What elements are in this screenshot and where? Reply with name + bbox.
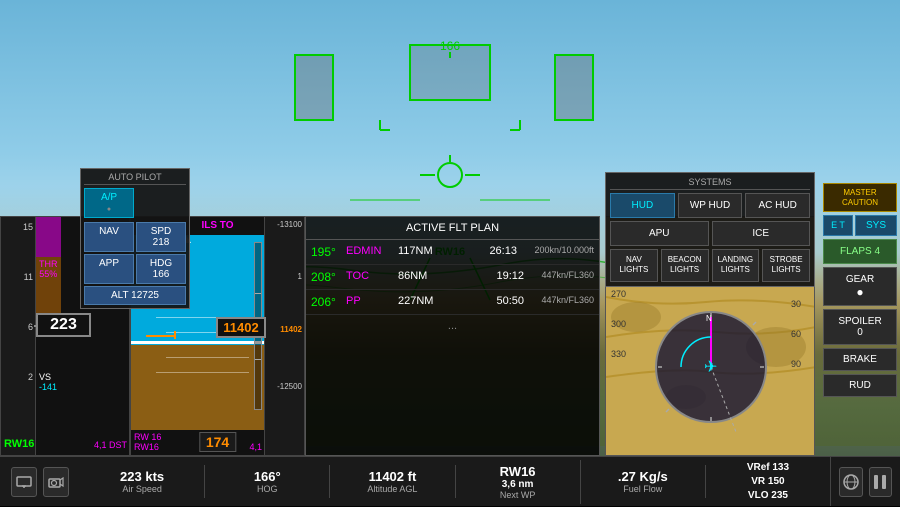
gear-button[interactable]: GEAR● xyxy=(823,267,897,306)
master-caution-button[interactable]: MASTERCAUTION xyxy=(823,183,897,212)
flight-plan-panel: ACTIVE FLT PLAN 195° EDMIN 117NM 26:13 2… xyxy=(305,216,600,456)
altitude-stat: 11402 ft Altitude AGL xyxy=(330,465,455,498)
flt-plan-row-1: 195° EDMIN 117NM 26:13 200kn/10.000ft xyxy=(306,240,599,265)
speed-scale: 15 11 6 2 xyxy=(1,217,36,455)
autopilot-panel: AUTO PILOT A/P● NAV SPD218 APP HDG166 AL… xyxy=(80,168,190,309)
bottom-right-icons xyxy=(830,457,900,506)
app-button[interactable]: APP xyxy=(84,254,134,284)
systems-panel: SYSTEMS HUD WP HUD AC HUD APU ICE NAVLIG… xyxy=(605,172,815,287)
alt-scale: -13100 1 11402 -12500 xyxy=(264,217,304,455)
hud-button[interactable]: HUD xyxy=(610,193,675,218)
bottom-bar: 223 kts Air Speed 166° HOG 11402 ft Alti… xyxy=(0,456,900,506)
flt-plan-dots: ... xyxy=(306,315,599,337)
et-sys-group: E T SYS xyxy=(823,215,897,236)
alt-current-display: 11402 xyxy=(216,317,266,338)
speed-dist-label: 4,1 DST xyxy=(94,440,127,450)
screen-icon[interactable] xyxy=(11,467,37,497)
alt-button[interactable]: ALT 12725 xyxy=(84,286,186,305)
right-panel: MASTERCAUTION E T SYS FLAPS 4 GEAR● SPOI… xyxy=(820,180,900,400)
systems-row-1: HUD WP HUD AC HUD xyxy=(610,193,810,218)
svg-text:90: 90 xyxy=(791,359,801,369)
wing-left xyxy=(146,335,176,337)
camera-icon[interactable] xyxy=(43,467,69,497)
thr-label: THR55% xyxy=(39,259,58,279)
fuel-stat: .27 Kg/s Fuel Flow xyxy=(581,465,706,498)
beacon-lights-button[interactable]: BEACONLIGHTS xyxy=(661,249,709,282)
svg-text:270: 270 xyxy=(611,289,626,299)
svg-text:60: 60 xyxy=(791,329,801,339)
hdg-button[interactable]: HDG166 xyxy=(136,254,186,284)
ap-button[interactable]: A/P● xyxy=(84,188,134,218)
et-button[interactable]: E T xyxy=(823,215,853,236)
flaps-button[interactable]: FLAPS 4 xyxy=(823,239,897,264)
vs-label: VS-141 xyxy=(39,372,57,392)
brake-button[interactable]: BRAKE xyxy=(823,348,897,371)
next-wp-stat: RW16 3,6 nm Next WP xyxy=(456,460,581,504)
aircraft-body xyxy=(174,331,176,339)
systems-title: SYSTEMS xyxy=(610,177,810,190)
vref-stat: VRef 133VR 150VLO 235 xyxy=(706,457,830,507)
svg-text:300: 300 xyxy=(611,319,626,329)
svg-text:330: 330 xyxy=(611,349,626,359)
flt-plan-title: ACTIVE FLT PLAN xyxy=(306,217,599,240)
spd-button[interactable]: SPD218 xyxy=(136,222,186,252)
nav-button[interactable]: NAV xyxy=(84,222,134,252)
pitch-line-4 xyxy=(156,372,249,373)
wp-hud-button[interactable]: WP HUD xyxy=(678,193,743,218)
systems-row-2: APU ICE xyxy=(610,221,810,246)
att-dist-label: 4,1 xyxy=(249,442,262,452)
autopilot-title: AUTO PILOT xyxy=(84,172,186,185)
globe-icon[interactable] xyxy=(839,467,863,497)
sys-button[interactable]: SYS xyxy=(855,215,897,236)
rud-button[interactable]: RUD xyxy=(823,374,897,397)
speed-pink-band xyxy=(36,217,61,257)
pitch-line-3 xyxy=(166,357,249,358)
pause-icon[interactable] xyxy=(869,467,893,497)
flt-plan-row-3: 206° PP 227NM 50:50 447kn/FL360 xyxy=(306,290,599,315)
svg-text:30: 30 xyxy=(791,299,801,309)
apu-button[interactable]: APU xyxy=(610,221,709,246)
ac-hud-button[interactable]: AC HUD xyxy=(745,193,810,218)
nav-lights-button[interactable]: NAVLIGHTS xyxy=(610,249,658,282)
airspeed-stat: 223 kts Air Speed xyxy=(80,465,205,498)
speed-current-display: 223 xyxy=(36,313,91,337)
att-rwy-label: RW 16RW16 xyxy=(134,432,161,452)
svg-text:✈: ✈ xyxy=(704,359,717,376)
strobe-lights-button[interactable]: STROBELIGHTS xyxy=(762,249,810,282)
systems-row-3: NAVLIGHTS BEACONLIGHTS LANDINGLIGHTS STR… xyxy=(610,249,810,282)
svg-text:N: N xyxy=(706,314,712,323)
ice-button[interactable]: ICE xyxy=(712,221,811,246)
spoiler-button[interactable]: SPOILER0 xyxy=(823,309,897,345)
speed-rwy-label: RW16 xyxy=(4,438,34,450)
landing-lights-button[interactable]: LANDINGLIGHTS xyxy=(712,249,760,282)
attitude-horizon xyxy=(131,341,264,344)
bottom-left-icons xyxy=(0,467,80,497)
att-hdg-display: 174 xyxy=(199,432,236,452)
flt-plan-row-2: 208° TOC 86NM 19:12 447kn/FL360 xyxy=(306,265,599,290)
heading-stat: 166° HOG xyxy=(205,465,330,498)
